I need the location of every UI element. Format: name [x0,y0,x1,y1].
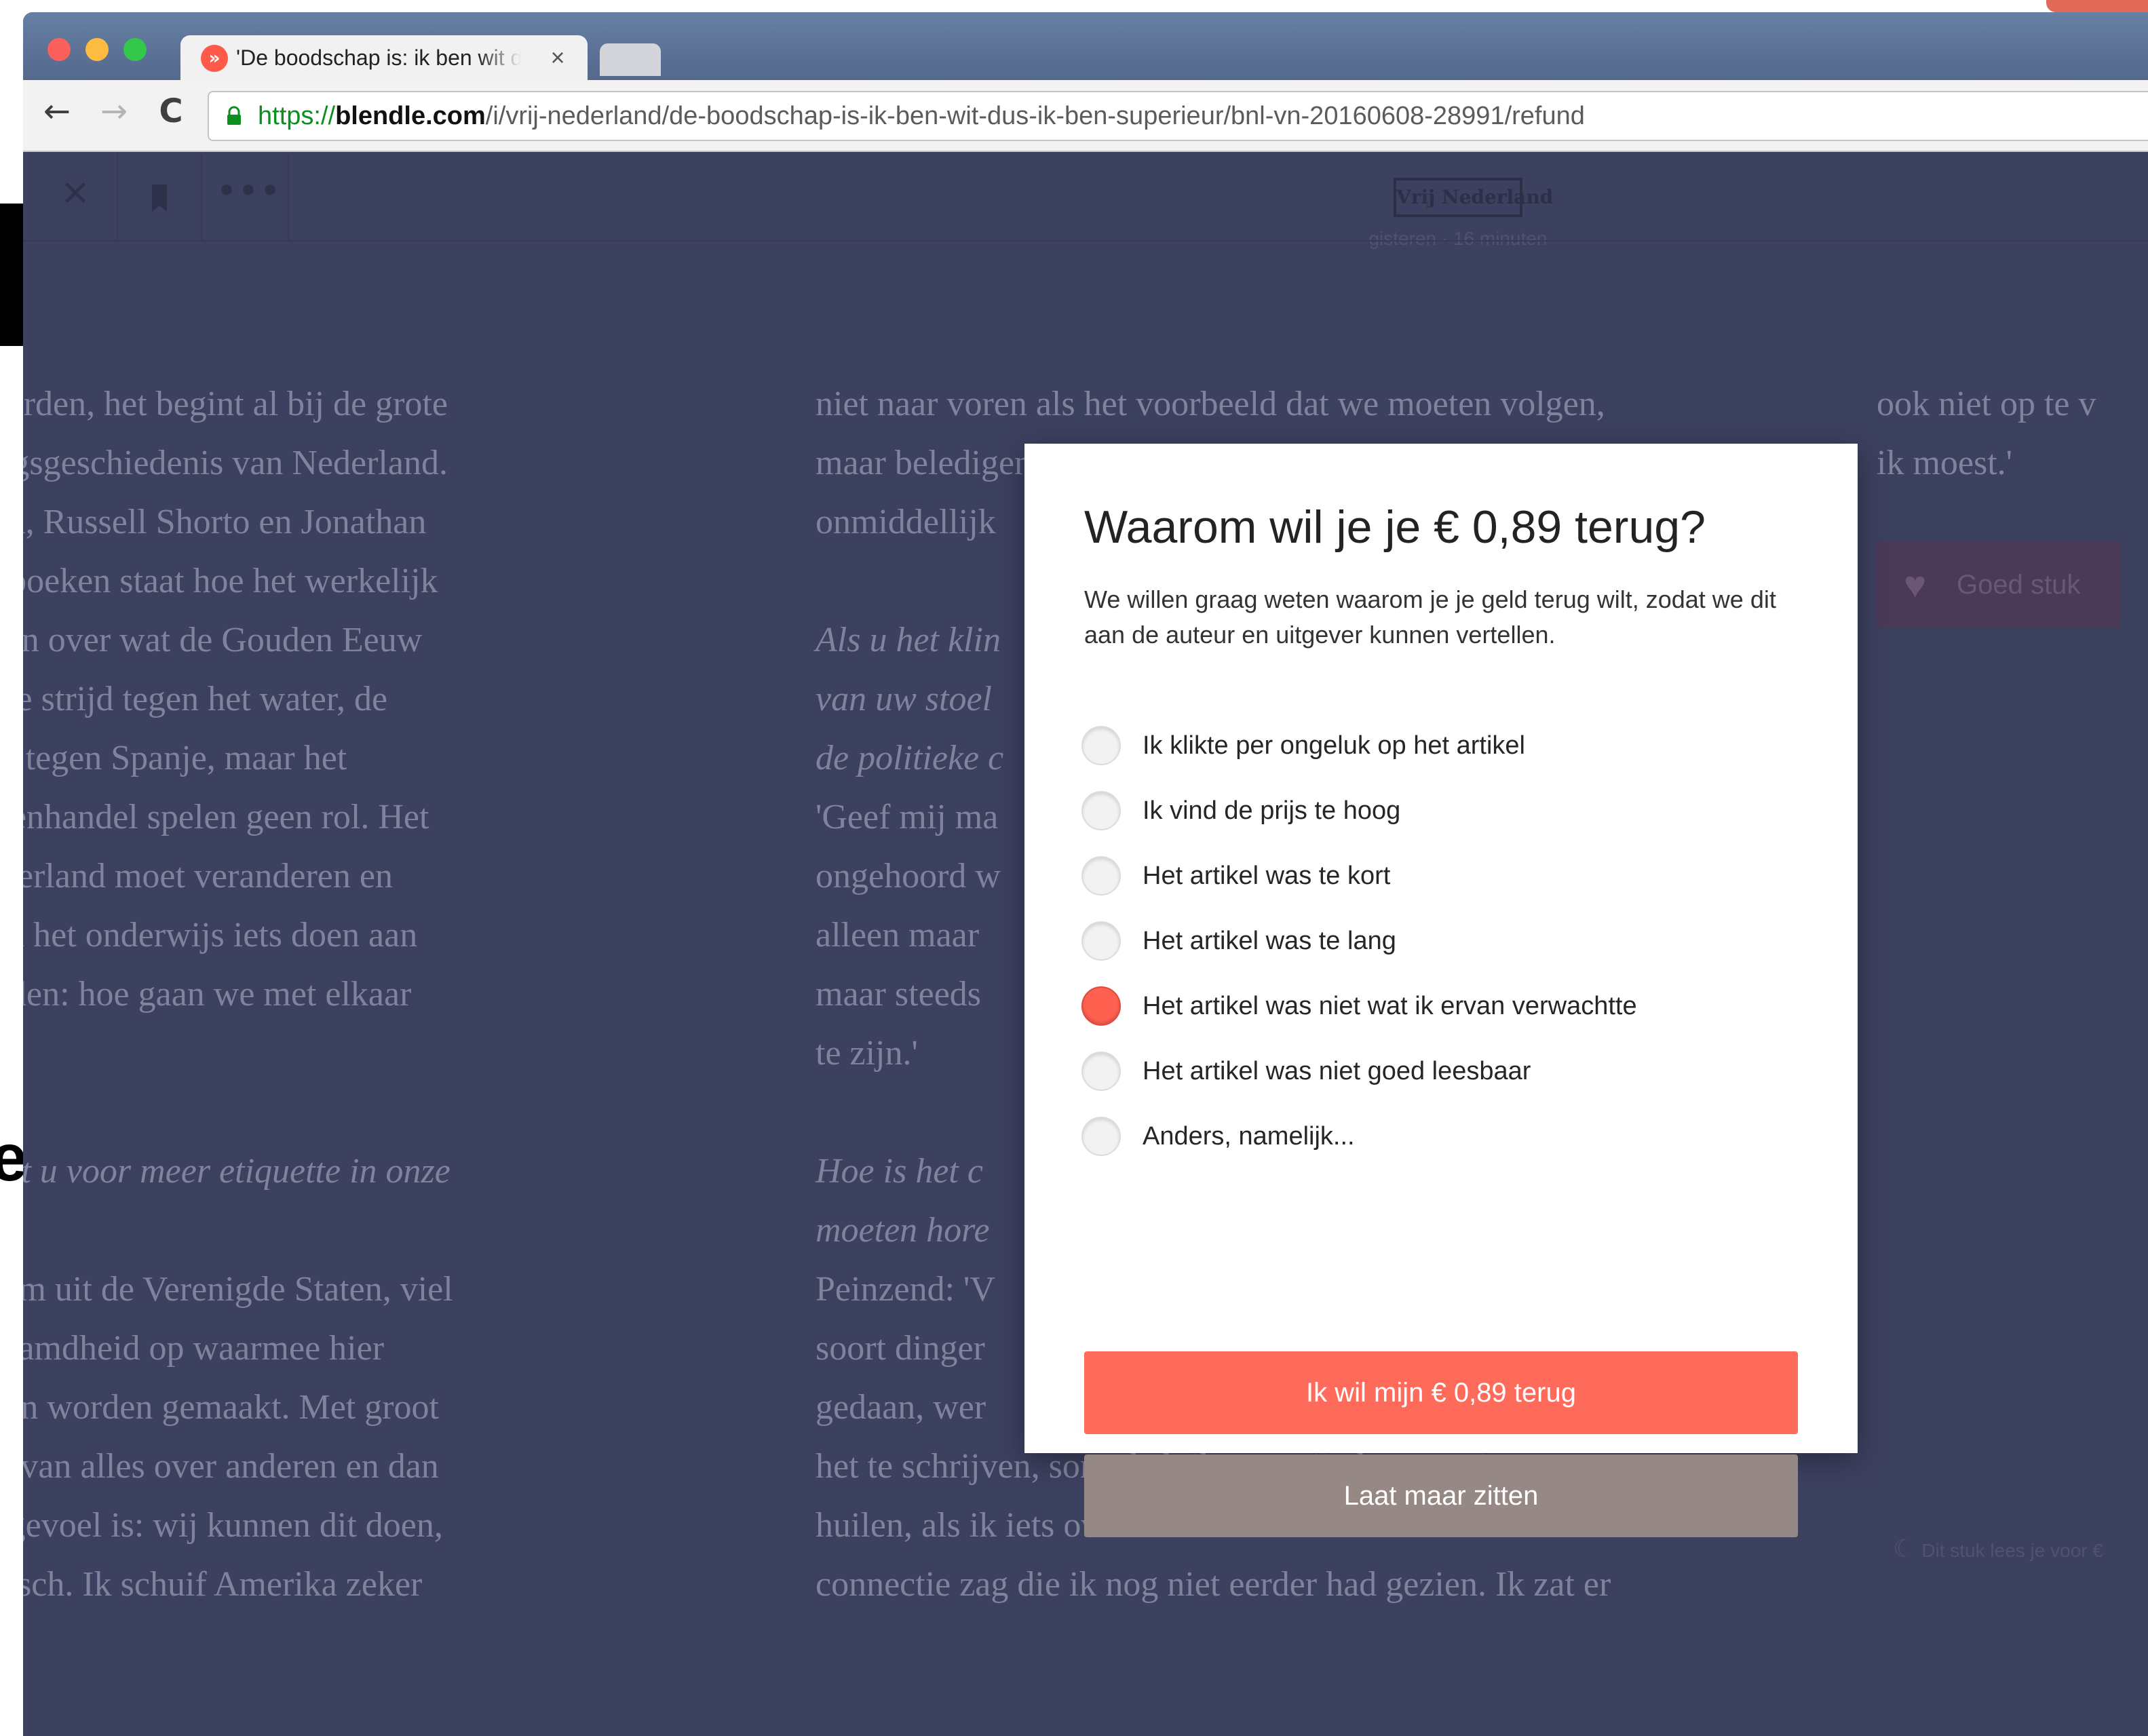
back-arrow-icon[interactable]: ← [35,92,79,138]
toolbar-divider [288,153,289,242]
article-meta: gisteren · 16 minuten [1368,228,1548,249]
blendle-favicon-icon: » [201,45,228,72]
url-scheme: https:// [258,102,336,130]
refund-reason-option[interactable]: Het artikel was te kort [1081,853,1787,898]
article-line: niet naar voren als het voorbeeld dat we… [816,385,1605,423]
background-window-fragment: e [0,1120,23,1195]
url-path: /i/vrij-nederland/de-boodschap-is-ik-ben… [485,102,1585,130]
radio-button[interactable] [1081,1052,1121,1091]
article-line: nen we in het onderwijs iets doen aan [23,916,418,954]
article-line: van hun boeken staat hoe het werkelijk [23,562,438,600]
article-line: halen gaan over wat de Gouden Eeuw [23,621,423,659]
article-line: e wordingsgeschiedenis van Nederland. [23,444,448,482]
refund-reason-option[interactable]: Het artikel was te lang [1081,919,1787,963]
option-label: Ik klikte per ongeluk op het artikel [1143,731,1525,760]
radio-button[interactable] [1081,1117,1121,1156]
read-price-text: Dit stuk lees je voor € [1921,1540,2103,1561]
article-line: everde, de strijd tegen het water, de [23,680,388,718]
refund-reason-option[interactable]: Het artikel was niet goed leesbaar [1081,1049,1787,1094]
radio-button[interactable] [1081,791,1121,830]
heart-icon: ♥ [1904,563,1927,606]
article-line: iseerd worden, het begint al bij de grot… [23,385,448,423]
option-label: Anders, namelijk... [1143,1122,1355,1151]
refund-button[interactable]: Ik wil mijn € 0,89 terug [1084,1351,1798,1434]
dialog-title: Waarom wil je je € 0,89 terug? [1084,501,1706,553]
article-line: aardigheden: hoe gaan we met elkaar [23,975,412,1014]
article-line: a de slavenhandel spelen geen rol. Het [23,798,429,836]
close-window-button[interactable] [47,38,71,61]
article-line: terugkwam uit de Verenigde Staten, viel [23,1270,453,1309]
tab-title: 'De boodschap is: ik ben wit dus ik ben … [236,45,521,70]
radio-button[interactable] [1081,921,1121,961]
read-price-note: ☾ Dit stuk lees je voor € [1893,1535,2103,1563]
option-label: Het artikel was niet goed leesbaar [1143,1057,1531,1085]
browser-tab[interactable]: » 'De boodschap is: ik ben wit dus ik be… [180,35,588,80]
article-line: eidsstrijd tegen Spanje, maar het [23,739,347,777]
article-line: ence' pleit u voor meer etiquette in onz… [23,1152,450,1191]
radio-button[interactable] [1081,856,1121,895]
lock-icon [227,106,241,125]
moon-icon: ☾ [1893,1535,1915,1562]
forward-arrow-icon[interactable]: → [92,92,136,138]
article-line: over Nederland moet veranderen en [23,857,393,895]
background-window-fragment [0,204,23,346]
article-column-3: ook niet op te v ik moest.' [1877,374,2148,493]
background-window-fragment [2046,0,2148,12]
radio-button[interactable] [1081,726,1121,765]
option-label: Het artikel was niet wat ik ervan verwac… [1143,992,1637,1020]
option-label: Ik vind de prijs te hoog [1143,796,1401,825]
tab-close-icon[interactable]: × [544,35,571,80]
browser-window: » 'De boodschap is: ik ben wit dus ik be… [23,12,2148,1736]
goed-stuk-button[interactable]: ♥ Goed stuk [1877,541,2121,628]
article-line: iet racistisch. Ik schuif Amerika zeker [23,1565,423,1604]
close-article-icon[interactable]: ✕ [52,174,99,221]
address-bar[interactable]: https://blendle.com/i/vrij-nederland/de-… [208,91,2148,141]
reload-icon[interactable]: C [149,92,193,138]
header-divider [23,240,2148,242]
refund-dialog: Waarom wil je je € 0,89 terug? We willen… [1024,444,1858,1537]
toolbar-divider [117,153,118,242]
article-line: reen hier van alles over anderen en dan [23,1447,439,1486]
refund-reason-option[interactable]: Ik klikte per ongeluk op het artikel [1081,723,1787,768]
article-line: merkingen worden gemaakt. Met groot [23,1388,439,1427]
article-line: connectie zag die ik nog niet eerder had… [816,1565,1611,1604]
more-options-icon[interactable]: ••• [216,174,284,221]
refund-reason-option[interactable]: Anders, namelijk... [1081,1114,1787,1159]
article-line: onbeschaamdheid op waarmee hier [23,1329,385,1368]
radio-button-selected[interactable] [1081,986,1121,1026]
article-line: n. [23,1201,708,1260]
dialog-description: We willen graag weten waarom je je geld … [1084,585,1776,649]
refund-reason-option[interactable]: Ik vind de prijs te hoog [1081,788,1787,833]
goed-stuk-label: Goed stuk [1957,570,2081,600]
url-text: https://blendle.com/i/vrij-nederland/de-… [258,92,1585,140]
new-tab-button[interactable] [600,43,661,76]
toolbar-divider [201,153,202,242]
option-label: Het artikel was te lang [1143,927,1396,955]
refund-reason-option-selected[interactable]: Het artikel was niet wat ik ervan verwac… [1081,984,1787,1028]
article-line: ik moest.' [1877,444,2013,482]
article-column-1: iseerd worden, het begint al bij de grot… [23,374,708,1614]
bookmark-icon[interactable] [136,174,183,221]
article-line: len. Het gevoel is: wij kunnen dit doen, [23,1506,443,1545]
article-line: ook niet op te v [1877,385,2096,423]
option-label: Het artikel was te kort [1143,862,1391,890]
article-line: n Schama, Russell Shorto en Jonathan [23,503,427,541]
tab-bar: » 'De boodschap is: ik ben wit dus ik be… [23,12,2148,80]
publication-logo: Vrij Nederland [1394,178,1553,217]
article-page-dimmed: ✕ ••• Vrij Nederland gisteren · 16 minut… [23,153,2148,1736]
url-domain: blendle.com [335,102,486,130]
minimize-window-button[interactable] [85,38,109,61]
fullscreen-window-button[interactable] [123,38,147,61]
cancel-button[interactable]: Laat maar zitten [1084,1454,1798,1537]
browser-toolbar: ← → C https://blendle.com/i/vrij-nederla… [23,80,2148,152]
